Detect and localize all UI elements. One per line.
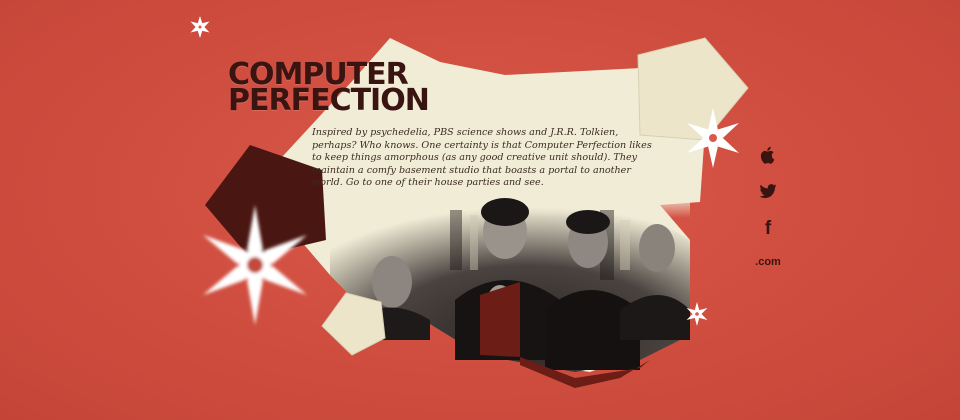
collage-artwork [190, 16, 749, 388]
apple-itunes-link[interactable] [748, 142, 788, 168]
band-logo: COMPUTER PERFECTION [228, 60, 430, 118]
twitter-bird-icon [759, 184, 777, 198]
cream-tile-bottom-left [321, 292, 386, 356]
cream-tile-top-right [637, 37, 749, 141]
apple-icon [760, 146, 775, 164]
website-link-label: .com [755, 256, 781, 268]
logo-line-2: PERFECTION [228, 83, 430, 118]
website-link[interactable]: .com [748, 252, 788, 272]
social-links: f .com [746, 142, 790, 272]
band-description: Inspired by psychedelia, PBS science sho… [312, 127, 652, 188]
page: COMPUTER PERFECTION Inspired by psychede… [0, 0, 960, 420]
snowflake-icon [190, 16, 210, 38]
twitter-link[interactable] [748, 178, 788, 204]
facebook-link[interactable]: f [748, 214, 788, 244]
facebook-icon: f [764, 218, 772, 239]
